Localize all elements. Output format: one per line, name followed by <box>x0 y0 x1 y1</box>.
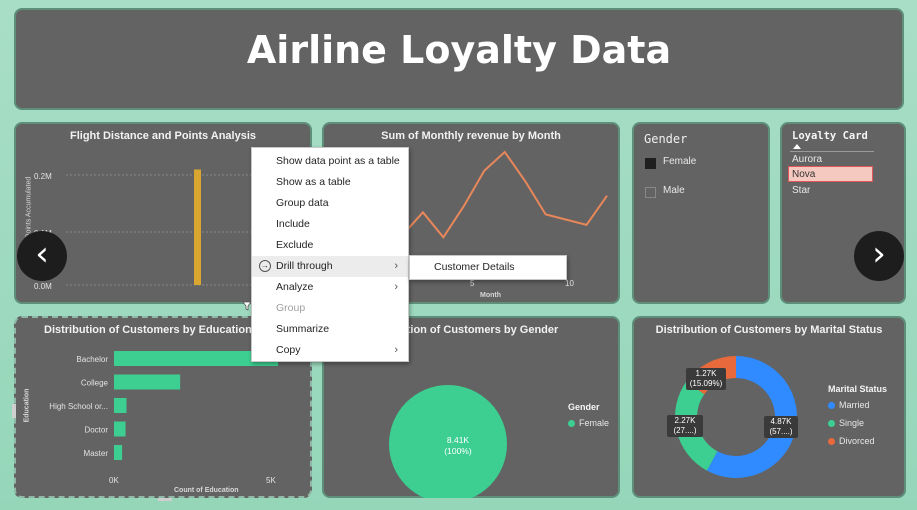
education-category-label: Doctor <box>84 426 108 435</box>
education-bar-1 <box>114 374 181 390</box>
married-value: 4.87K <box>770 417 792 426</box>
menu-item-label: Show data point as a table <box>276 155 400 167</box>
gender-legend-label: Female <box>579 418 610 428</box>
loyalty-slicer-title: Loyalty Card <box>792 130 868 142</box>
legend-divorced[interactable]: Divorced <box>828 436 875 446</box>
gender-legend-item[interactable]: Female <box>568 418 609 428</box>
menu-item-label: Copy <box>276 344 301 356</box>
title-card: Airline Loyalty Data <box>14 8 904 110</box>
divorced-pct: (15.09%) <box>689 379 723 388</box>
drill-through-submenu[interactable]: Customer Details <box>409 255 567 280</box>
single-legend-dot <box>828 420 835 428</box>
education-category-label: Bachelor <box>76 355 108 364</box>
loyalty-option-nova[interactable]: Nova <box>788 166 873 182</box>
chevron-left-icon: ‹ <box>35 234 49 274</box>
menu-item-label: Exclude <box>276 239 314 251</box>
revenue-xtick-5: 5 <box>470 279 475 288</box>
education-bar-2 <box>114 398 127 413</box>
menu-item-label: Summarize <box>276 323 330 335</box>
gender-pie-pct: (100%) <box>444 446 472 456</box>
education-category-label: College <box>81 379 109 388</box>
menu-copy[interactable]: Copy › <box>252 340 408 361</box>
single-legend-label: Single <box>839 418 865 428</box>
resize-handle-bottom[interactable] <box>158 498 172 501</box>
chevron-right-icon: › <box>394 260 398 272</box>
loyalty-option-star[interactable]: Star <box>792 185 810 196</box>
education-xtick-5: 5K <box>266 476 276 485</box>
chevron-right-icon: › <box>872 234 886 274</box>
marital-status-chart[interactable]: Distribution of Customers by Marital Sta… <box>632 316 906 498</box>
menu-item-label: Analyze <box>276 281 314 293</box>
married-legend-dot <box>828 402 835 410</box>
married-pct: (57....) <box>769 427 793 436</box>
married-legend-label: Married <box>839 400 870 410</box>
drill-through-icon: → <box>259 260 271 272</box>
female-checkbox[interactable] <box>645 158 656 169</box>
next-page-button[interactable]: › <box>854 231 904 281</box>
female-option-label: Female <box>663 156 697 167</box>
menu-summarize[interactable]: Summarize <box>252 319 408 340</box>
menu-item-label: Show as a table <box>276 176 351 188</box>
education-bar-3 <box>114 421 126 437</box>
menu-group: Group <box>252 298 408 319</box>
revenue-xtick-10: 10 <box>565 279 574 288</box>
gender-slicer-title: Gender <box>644 132 688 146</box>
gender-pie-value: 8.41K <box>446 435 470 445</box>
resize-handle-left[interactable] <box>12 404 16 418</box>
gender-legend-title: Gender <box>568 402 600 412</box>
menu-item-label: Include <box>276 218 310 230</box>
nova-option-label: Nova <box>792 169 816 180</box>
divorced-legend-label: Divorced <box>839 436 875 446</box>
married-data-label: 4.87K (57....) <box>764 416 798 438</box>
single-pct: (27....) <box>673 426 697 435</box>
education-category-label: Master <box>84 449 109 458</box>
context-menu: Show data point as a table Show as a tab… <box>251 147 409 362</box>
chevron-right-icon: › <box>394 281 398 293</box>
legend-married[interactable]: Married <box>828 400 870 410</box>
legend-single[interactable]: Single <box>828 418 864 428</box>
menu-item-label: Group <box>276 302 306 314</box>
gender-slicer[interactable]: Gender Female Male <box>632 122 770 304</box>
revenue-line <box>381 150 608 239</box>
menu-include[interactable]: Include <box>252 214 408 235</box>
divorced-value: 1.27K <box>695 369 717 378</box>
divorced-data-label: 1.27K (15.09%) <box>686 368 726 390</box>
education-bar-4 <box>114 445 123 460</box>
male-checkbox[interactable] <box>645 187 656 198</box>
marital-legend-title: Marital Status <box>828 384 888 394</box>
submenu-customer-details[interactable]: Customer Details <box>434 261 515 273</box>
education-category-label: High School or... <box>49 402 108 411</box>
female-legend-dot <box>568 420 575 428</box>
male-option-label: Male <box>663 185 685 196</box>
menu-show-as-table[interactable]: Show as a table <box>252 172 408 193</box>
menu-item-label: Group data <box>276 197 329 209</box>
education-chart-xlabel: Count of Education <box>174 487 239 494</box>
menu-group-data[interactable]: Group data <box>252 193 408 214</box>
chevron-right-icon: › <box>394 344 398 356</box>
menu-item-label: Drill through <box>276 260 333 272</box>
loyalty-header-divider <box>790 151 874 152</box>
single-value: 2.27K <box>674 416 696 425</box>
education-xtick-0: 0K <box>109 476 119 485</box>
revenue-chart-xlabel: Month <box>480 292 501 299</box>
menu-analyze[interactable]: Analyze › <box>252 277 408 298</box>
divorced-legend-dot <box>828 438 835 446</box>
loyalty-option-aurora[interactable]: Aurora <box>792 154 822 165</box>
menu-show-data-point-as-table[interactable]: Show data point as a table <box>252 151 408 172</box>
previous-page-button[interactable]: ‹ <box>17 231 67 281</box>
flight-bar-0 <box>194 169 201 285</box>
menu-exclude[interactable]: Exclude <box>252 235 408 256</box>
report-title: Airline Loyalty Data <box>246 28 672 72</box>
sort-up-icon[interactable] <box>793 144 801 149</box>
menu-drill-through[interactable]: → Drill through › <box>252 256 408 277</box>
single-data-label: 2.27K (27....) <box>667 415 703 437</box>
